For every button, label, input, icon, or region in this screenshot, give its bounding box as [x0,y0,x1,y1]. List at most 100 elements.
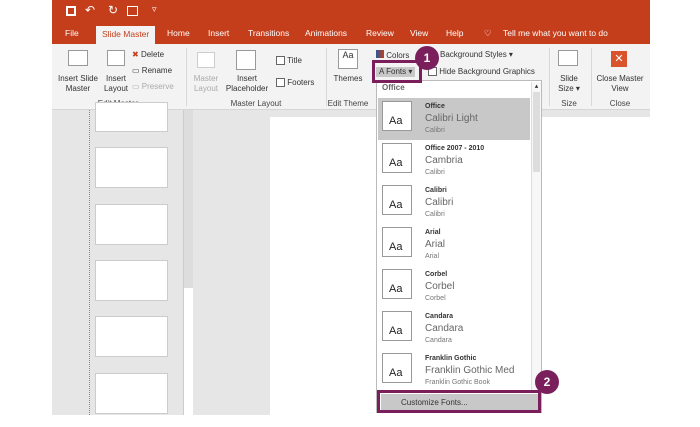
slide-thumbnail[interactable] [95,147,168,188]
font-theme-name: Corbel [425,271,448,278]
save-icon[interactable] [66,6,76,16]
colors-icon [376,50,384,58]
title-checkbox[interactable]: Title [276,56,302,66]
slide-thumbnail[interactable] [95,373,168,414]
heading-font: Calibri Light [425,113,478,124]
font-theme-name: Franklin Gothic [425,355,477,362]
insert-placeholder-button[interactable]: Insert Placeholder [222,74,272,94]
slide-thumbnail[interactable] [95,102,168,132]
delete-icon: ✖ [132,50,139,59]
rename-button[interactable]: ▭ Rename [132,66,172,76]
font-theme-item[interactable]: Aa Calibri Calibri Calibri [378,182,530,224]
undo-icon[interactable]: ↶ [85,3,95,17]
present-icon[interactable] [127,6,138,16]
body-font: Calibri [425,127,445,134]
tab-transitions[interactable]: Transitions [248,28,289,38]
preserve-button[interactable]: ▭ Preserve [132,82,174,92]
redo-icon[interactable]: ↻ [108,3,118,17]
footers-checkbox[interactable]: Footers [276,78,314,88]
body-font: Franklin Gothic Book [425,379,490,386]
step-badge-1: 1 [415,46,439,70]
heading-font: Cambria [425,155,463,166]
insert-slide-master-icon [68,50,88,66]
slide-thumbnail[interactable] [95,260,168,301]
insert-placeholder-icon [236,50,256,70]
delete-label: Delete [140,50,165,59]
dropdown-scrollbar[interactable]: ▴ [531,82,541,392]
hide-background-graphics-checkbox[interactable]: Hide Background Graphics [428,67,535,77]
lightbulb-icon: ♡ [484,28,492,38]
hide-background-graphics-label: Hide Background Graphics [439,67,535,76]
font-theme-item[interactable]: Aa Office Calibri Light Calibri [378,98,530,140]
tab-view[interactable]: View [410,28,428,38]
title-bar: ↶ ↻ ▿ [52,0,650,24]
heading-font: Calibri [425,197,454,208]
slide-thumbnail[interactable] [95,316,168,357]
font-theme-item[interactable]: Aa Franklin Gothic Franklin Gothic Med F… [378,350,530,392]
font-preview-icon: Aa [382,227,412,257]
font-theme-name: Candara [425,313,454,320]
font-preview-icon: Aa [382,143,412,173]
tab-review[interactable]: Review [366,28,394,38]
scroll-up-icon[interactable]: ▴ [532,82,541,90]
font-preview-icon: Aa [382,269,412,299]
font-theme-name: Arial [425,229,441,236]
tab-file[interactable]: File [65,28,79,38]
slide-thumbnail[interactable] [95,204,168,245]
rename-label: Rename [141,66,173,75]
heading-font: Franklin Gothic Med [425,365,515,376]
tell-me-search[interactable]: Tell me what you want to do [503,28,608,38]
tab-insert[interactable]: Insert [208,28,229,38]
font-theme-item[interactable]: Aa Office 2007 - 2010 Cambria Calibri [378,140,530,182]
heading-font: Corbel [425,281,455,292]
body-font: Corbel [425,295,446,302]
insert-layout-icon [107,50,125,66]
heading-font: Arial [425,239,446,250]
insert-slide-master-button[interactable]: Insert Slide Master [55,74,101,94]
font-theme-name: Calibri [425,187,447,194]
footers-label: Footers [287,78,315,87]
divider [186,48,187,106]
body-font: Arial [425,253,440,260]
colors-label: Colors [386,51,410,60]
preserve-icon: ▭ [132,82,140,91]
master-layout-icon [197,52,215,68]
font-theme-item[interactable]: Aa Corbel Corbel Corbel [378,266,530,308]
tab-animations[interactable]: Animations [305,28,347,38]
font-theme-name: Office 2007 - 2010 [425,145,485,152]
background-styles-label: Background Styles [440,50,507,59]
group-edit-theme: Edit Theme [327,99,369,108]
insert-layout-button[interactable]: Insert Layout [102,74,130,94]
scrollbar-thumb[interactable] [533,92,540,172]
slide-size-icon [558,50,578,66]
step-badge-2: 2 [535,370,559,394]
rename-icon: ▭ [132,66,140,75]
divider [549,48,550,106]
master-layout-button[interactable]: Master Layout [190,74,222,94]
delete-button[interactable]: ✖ Delete [132,50,164,60]
background-styles-button[interactable]: Background Styles ▾ [440,50,513,60]
group-master-layout: Master Layout [230,99,282,108]
close-master-view-button[interactable]: Close Master View [595,74,645,94]
ribbon: Insert Slide Master Insert Layout ✖ Dele… [52,44,650,110]
slide-size-button[interactable]: Slide Size ▾ [552,74,586,94]
body-font: Calibri [425,169,445,176]
scrollbar-thumb[interactable] [184,110,193,288]
tab-slide-master[interactable]: Slide Master [96,26,156,44]
title-label: Title [287,56,302,65]
thumbnail-scrollbar[interactable] [183,110,193,415]
fonts-dropdown: Office ▴ Aa Office Calibri Light Calibri… [376,80,542,413]
ruler [89,110,90,415]
font-preview-icon: Aa [382,311,412,341]
close-master-view-icon: ✕ [611,51,627,67]
font-theme-item[interactable]: Aa Arial Arial Arial [378,224,530,266]
themes-button[interactable]: Themes [330,74,366,84]
tab-help[interactable]: Help [446,28,463,38]
customize-qat-icon[interactable]: ▿ [152,4,157,15]
tab-home[interactable]: Home [167,28,190,38]
body-font: Calibri [425,211,445,218]
ribbon-tabs: File Slide Master Home Insert Transition… [52,24,650,44]
font-theme-item[interactable]: Aa Candara Candara Candara [378,308,530,350]
themes-icon: Aa [338,49,358,69]
preserve-label: Preserve [141,82,174,91]
